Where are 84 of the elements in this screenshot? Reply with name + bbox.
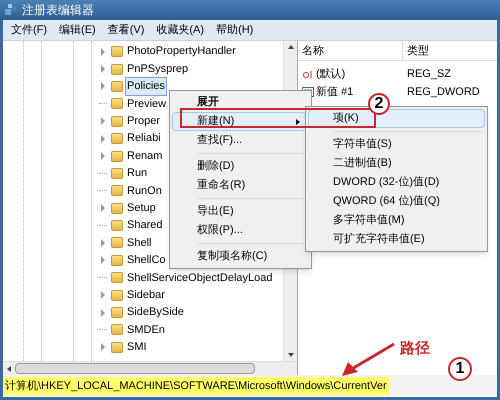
folder-icon <box>111 185 123 196</box>
folder-icon <box>111 237 123 248</box>
folder-icon <box>111 324 123 336</box>
tree-item[interactable]: ShellServiceObjectDelayLoad <box>125 268 275 288</box>
menu-item[interactable]: 复制项名称(C) <box>172 247 309 266</box>
scroll-up-icon[interactable] <box>288 45 294 49</box>
folder-icon <box>111 80 123 92</box>
tree-item[interactable]: RunOn <box>125 182 164 200</box>
annotation-label: 路径 <box>400 339 430 359</box>
folder-icon <box>111 150 123 162</box>
string-value-icon <box>302 69 314 79</box>
tree-item[interactable]: Run <box>125 164 150 183</box>
tree-item[interactable]: Sidebar <box>125 286 167 304</box>
expand-icon[interactable] <box>101 65 105 74</box>
expand-icon[interactable] <box>101 117 105 126</box>
menu-item[interactable]: 字符串值(S) <box>308 135 485 154</box>
menu-item[interactable]: 权限(P)... <box>172 221 309 240</box>
tree-item[interactable]: Setup <box>125 198 158 218</box>
menu-item[interactable]: 多字符串值(M) <box>308 211 485 230</box>
tree-item[interactable]: Shared <box>125 216 164 235</box>
folder-icon <box>111 272 123 284</box>
menu-item[interactable]: QWORD (64 位)值(Q) <box>308 192 485 211</box>
expand-icon[interactable] <box>101 256 105 264</box>
expand-icon[interactable] <box>101 204 105 212</box>
scroll-down-icon[interactable] <box>288 353 294 357</box>
value-name: 新值 #1 <box>316 84 354 100</box>
submenu-arrow-icon <box>296 118 300 124</box>
expand-icon[interactable] <box>101 134 105 143</box>
tree-item[interactable]: SMDEn <box>125 320 167 340</box>
folder-icon <box>111 133 123 144</box>
menu-item[interactable]: 可扩充字符串值(E) <box>308 230 485 249</box>
tree-item[interactable]: Proper <box>125 112 162 131</box>
column-header[interactable]: 类型 <box>403 41 497 60</box>
folder-icon <box>111 307 123 318</box>
scroll-thumb[interactable] <box>15 363 255 374</box>
menu-item[interactable]: 查看(V) <box>108 22 144 38</box>
folder-icon <box>111 220 123 232</box>
arrow <box>342 342 395 376</box>
tree-item[interactable]: Policies <box>125 77 167 96</box>
menu-item[interactable]: 重命名(R) <box>172 176 309 195</box>
value-type: REG_DWORD <box>406 84 481 100</box>
tree-item[interactable]: ShellCo <box>125 251 168 270</box>
menu-item[interactable]: DWORD (32-位)值(D) <box>308 173 485 192</box>
menu-item[interactable]: 删除(D) <box>172 157 309 176</box>
menu-item[interactable]: 二进制值(B) <box>308 154 485 173</box>
folder-icon <box>111 202 123 214</box>
horizontal-scrollbar[interactable] <box>3 361 297 375</box>
folder-icon <box>111 116 123 127</box>
expand-icon[interactable] <box>101 291 105 300</box>
value-type: REG_SZ <box>406 66 452 82</box>
registry-cubes-icon <box>4 3 18 17</box>
tree-item[interactable]: Reliabi <box>125 129 163 148</box>
tree-item[interactable]: PhotoPropertyHandler <box>125 42 238 61</box>
tree-item[interactable]: Renam <box>125 146 164 166</box>
folder-icon <box>111 342 123 353</box>
folder-icon <box>111 168 123 179</box>
value-name: (默认) <box>316 66 346 82</box>
folder-icon <box>111 46 123 58</box>
folder-icon <box>111 254 123 266</box>
menu-item[interactable]: 收藏夹(A) <box>156 22 204 38</box>
tree-item[interactable]: SMI <box>125 338 149 357</box>
window-title: 注册表编辑器 <box>22 2 94 19</box>
folder-icon <box>111 64 123 75</box>
column-header[interactable]: 名称 <box>298 41 403 60</box>
expand-icon[interactable] <box>101 238 105 247</box>
menu-item[interactable]: 展开 <box>172 93 309 112</box>
menu-item[interactable]: 导出(E) <box>172 202 309 221</box>
expand-icon[interactable] <box>101 82 105 90</box>
folder-icon <box>111 290 123 301</box>
menu-item[interactable]: 项(K) <box>308 109 485 128</box>
menu-item[interactable]: 文件(F) <box>11 22 48 38</box>
tree-item[interactable]: PnPSysprep <box>125 60 190 78</box>
status-bar-path: 计算机\HKEY_LOCAL_MACHINE\SOFTWARE\Microsoft\Windows\CurrentVer <box>3 377 389 395</box>
expand-icon[interactable] <box>101 308 105 317</box>
menu-item[interactable]: 查找(F)... <box>172 131 309 150</box>
expand-icon[interactable] <box>101 152 105 160</box>
folder-icon <box>111 98 123 110</box>
tree-item[interactable]: Preview <box>125 94 168 114</box>
expand-icon[interactable] <box>101 48 105 56</box>
menu-item[interactable]: 编辑(E) <box>59 22 96 38</box>
tree-item[interactable]: SideBySide <box>125 303 186 322</box>
expand-icon[interactable] <box>101 343 105 352</box>
menu-item[interactable]: 帮助(H) <box>216 22 254 38</box>
tree-item[interactable]: Shell <box>125 234 154 252</box>
